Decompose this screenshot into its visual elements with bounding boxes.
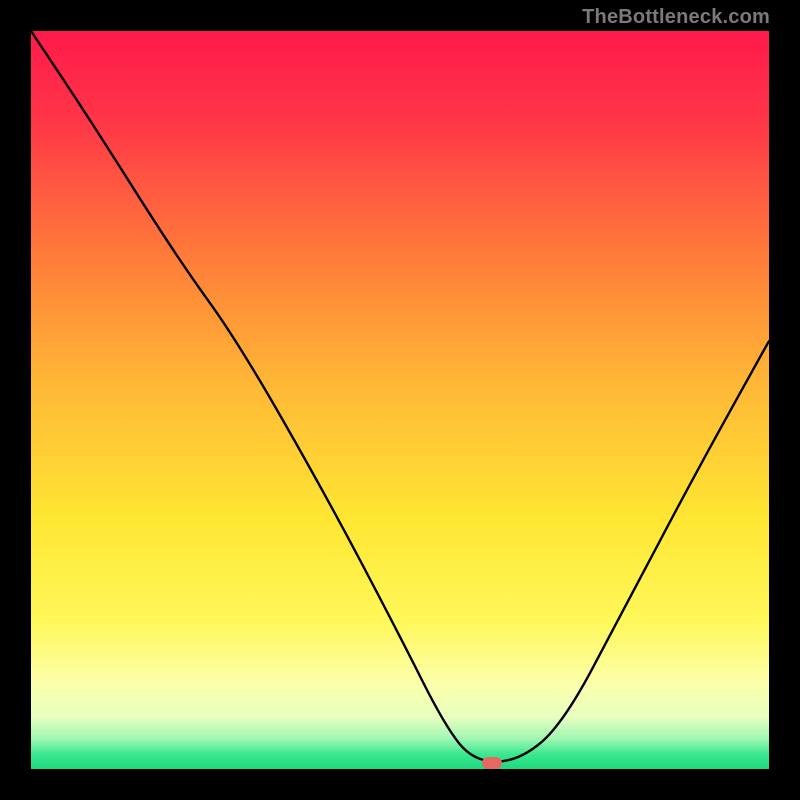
chart-frame: TheBottleneck.com xyxy=(0,0,800,800)
plot-area xyxy=(31,31,769,769)
bottleneck-curve xyxy=(31,31,769,769)
optimum-marker xyxy=(482,757,502,769)
watermark-text: TheBottleneck.com xyxy=(582,6,770,29)
